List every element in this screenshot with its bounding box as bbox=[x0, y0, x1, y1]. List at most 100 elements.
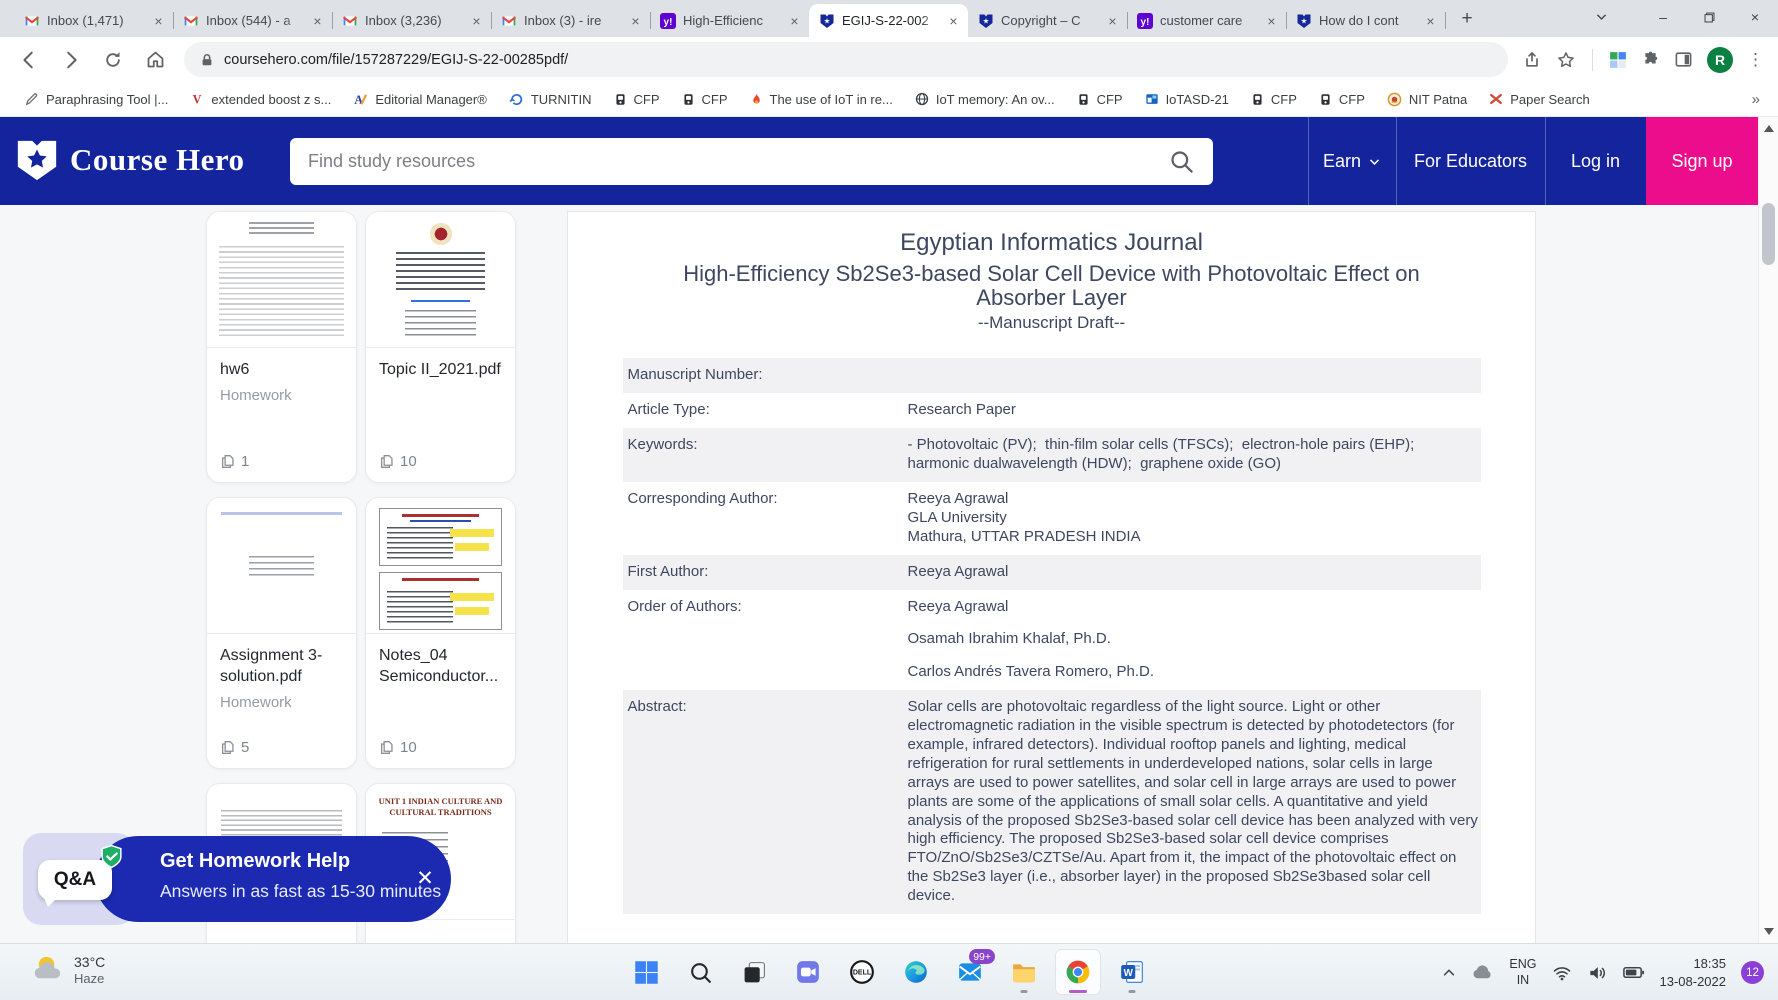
browser-tab[interactable]: ★Copyright – C× bbox=[968, 4, 1127, 37]
wifi-icon[interactable] bbox=[1552, 963, 1572, 983]
popup-pill[interactable] bbox=[95, 836, 451, 922]
browser-tab[interactable]: ★How do I cont× bbox=[1286, 4, 1445, 37]
tab-close-icon[interactable]: × bbox=[309, 12, 326, 29]
tab-close-icon[interactable]: × bbox=[945, 12, 962, 29]
scroll-up-icon[interactable] bbox=[1764, 125, 1774, 132]
tab-search-chevron-icon[interactable] bbox=[1595, 10, 1608, 23]
field-value bbox=[905, 358, 1481, 393]
taskbar-app-edge[interactable] bbox=[893, 949, 939, 995]
tab-title: EGIJ-S-22-002 bbox=[842, 13, 938, 28]
taskbar-app-win[interactable] bbox=[623, 949, 669, 995]
sign-up-button[interactable]: Sign up bbox=[1646, 117, 1758, 205]
bookmark-item[interactable]: CFP bbox=[1069, 88, 1131, 111]
tab-close-icon[interactable]: × bbox=[786, 12, 803, 29]
extensions-puzzle-icon[interactable] bbox=[1641, 50, 1660, 69]
browser-tab[interactable]: y!customer care× bbox=[1127, 4, 1286, 37]
bookmark-item[interactable]: Vextended boost z s... bbox=[182, 88, 339, 111]
taskbar-app-chromeapp[interactable] bbox=[1055, 949, 1101, 995]
browser-tab[interactable]: Inbox (3,236)× bbox=[332, 4, 491, 37]
taskbar-app-dell[interactable]: DELL bbox=[839, 949, 885, 995]
address-bar[interactable]: coursehero.com/file/157287229/EGIJ-S-22-… bbox=[184, 42, 1508, 77]
back-button[interactable] bbox=[8, 42, 50, 78]
tab-close-icon[interactable]: × bbox=[1263, 12, 1280, 29]
clock[interactable]: 18:35 13-08-2022 bbox=[1660, 955, 1727, 990]
onedrive-cloud-icon[interactable] bbox=[1471, 961, 1494, 984]
speaker-icon[interactable] bbox=[1587, 963, 1607, 983]
bookmark-item[interactable]: TURNITIN bbox=[501, 88, 600, 111]
browser-tab[interactable]: y!High-Efficienc× bbox=[650, 4, 809, 37]
nav-log-in[interactable]: Log in bbox=[1545, 117, 1646, 205]
tab-close-icon[interactable]: × bbox=[1104, 12, 1121, 29]
chevron-down-icon bbox=[1368, 155, 1381, 168]
bookmark-item[interactable]: The use of IoT in re... bbox=[742, 88, 901, 111]
manuscript-table: Manuscript Number:Article Type:Research … bbox=[623, 358, 1481, 914]
share-icon[interactable] bbox=[1522, 50, 1542, 70]
bookmark-item[interactable]: CFP bbox=[1243, 88, 1305, 111]
bookmarks-overflow-icon[interactable]: » bbox=[1752, 91, 1760, 108]
document-card[interactable]: hw6Homework1 bbox=[206, 211, 357, 483]
coursehero-logo[interactable]: Course Hero bbox=[14, 137, 245, 183]
bookmark-star-icon[interactable] bbox=[1556, 50, 1576, 70]
bookmark-item[interactable]: Paper Search bbox=[1481, 88, 1598, 111]
bookmark-item[interactable]: IoTASD-21 bbox=[1137, 88, 1237, 111]
bookmark-item[interactable]: CFP bbox=[1311, 88, 1373, 111]
extension-grid-icon[interactable] bbox=[1609, 51, 1627, 69]
close-window-button[interactable]: × bbox=[1732, 0, 1778, 34]
page-scrollbar[interactable] bbox=[1758, 117, 1778, 943]
document-thumbnail[interactable] bbox=[207, 212, 356, 348]
document-thumbnail[interactable] bbox=[366, 498, 515, 634]
minimize-button[interactable]: – bbox=[1640, 0, 1686, 34]
scroll-down-icon[interactable] bbox=[1764, 928, 1774, 935]
taskbar-app-taskview[interactable] bbox=[731, 949, 777, 995]
taskbar-folder-icon bbox=[1011, 959, 1037, 985]
bookmark-item[interactable]: IoT memory: An ov... bbox=[907, 88, 1063, 111]
document-card[interactable]: Topic II_2021.pdf10 bbox=[365, 211, 516, 483]
taskbar-app-mailapp[interactable]: 99+ bbox=[947, 949, 993, 995]
site-search-bar[interactable] bbox=[290, 138, 1213, 185]
field-value-line: Reeya Agrawal bbox=[908, 563, 1479, 582]
side-panel-icon[interactable] bbox=[1674, 50, 1693, 69]
nav-earn[interactable]: Earn bbox=[1308, 117, 1396, 205]
forward-button[interactable] bbox=[50, 42, 92, 78]
weather-widget[interactable]: 33°C Haze bbox=[30, 952, 105, 987]
bookmark-amark-icon: A bbox=[353, 92, 368, 107]
document-card[interactable]: Notes_04 Semiconductor...10 bbox=[365, 497, 516, 769]
tab-close-icon[interactable]: × bbox=[150, 12, 167, 29]
taskbar-app-folder[interactable] bbox=[1001, 949, 1047, 995]
bookmark-item[interactable]: AEditorial Manager® bbox=[345, 88, 494, 111]
taskbar-app-word[interactable]: W bbox=[1109, 949, 1155, 995]
browser-menu-icon[interactable]: ⋮ bbox=[1747, 50, 1764, 70]
tab-close-icon[interactable]: × bbox=[468, 12, 485, 29]
tab-close-icon[interactable]: × bbox=[627, 12, 644, 29]
language-indicator[interactable]: ENG IN bbox=[1509, 957, 1536, 988]
home-button[interactable] bbox=[134, 42, 176, 78]
tab-close-icon[interactable]: × bbox=[1422, 12, 1439, 29]
new-tab-button[interactable]: + bbox=[1453, 5, 1481, 33]
search-input[interactable] bbox=[308, 151, 1168, 172]
document-thumbnail[interactable] bbox=[207, 498, 356, 634]
tray-chevron-up-icon[interactable] bbox=[1442, 966, 1456, 980]
browser-tab[interactable]: Inbox (1,471)× bbox=[14, 4, 173, 37]
bookmark-item[interactable]: CFP bbox=[674, 88, 736, 111]
document-card[interactable]: Assignment 3-solution.pdfHomework5 bbox=[206, 497, 357, 769]
notification-badge[interactable]: 12 bbox=[1741, 961, 1764, 984]
scrollbar-thumb[interactable] bbox=[1762, 203, 1775, 265]
bookmark-item[interactable]: Paraphrasing Tool |... bbox=[16, 88, 176, 111]
document-thumbnail[interactable] bbox=[366, 212, 515, 348]
open-app-indicator bbox=[1069, 990, 1087, 993]
restore-button[interactable] bbox=[1686, 0, 1732, 34]
manuscript-title: High-Efficiency Sb2Se3-based Solar Cell … bbox=[638, 262, 1465, 310]
browser-tab[interactable]: Inbox (544) - a× bbox=[173, 4, 332, 37]
battery-icon[interactable] bbox=[1622, 961, 1645, 984]
search-icon[interactable] bbox=[1168, 148, 1195, 175]
browser-tab[interactable]: Inbox (3) - ire× bbox=[491, 4, 650, 37]
profile-avatar[interactable]: R bbox=[1707, 47, 1733, 73]
browser-tab[interactable]: ★EGIJ-S-22-002× bbox=[809, 4, 968, 37]
reload-button[interactable] bbox=[92, 42, 134, 78]
taskbar-app-chat[interactable] bbox=[785, 949, 831, 995]
bookmark-item[interactable]: CFP bbox=[606, 88, 668, 111]
bookmark-item[interactable]: NIT Patna bbox=[1379, 88, 1475, 111]
popup-close-icon[interactable]: ✕ bbox=[411, 864, 439, 892]
taskbar-app-tsearch[interactable] bbox=[677, 949, 723, 995]
nav-for-educators[interactable]: For Educators bbox=[1396, 117, 1545, 205]
